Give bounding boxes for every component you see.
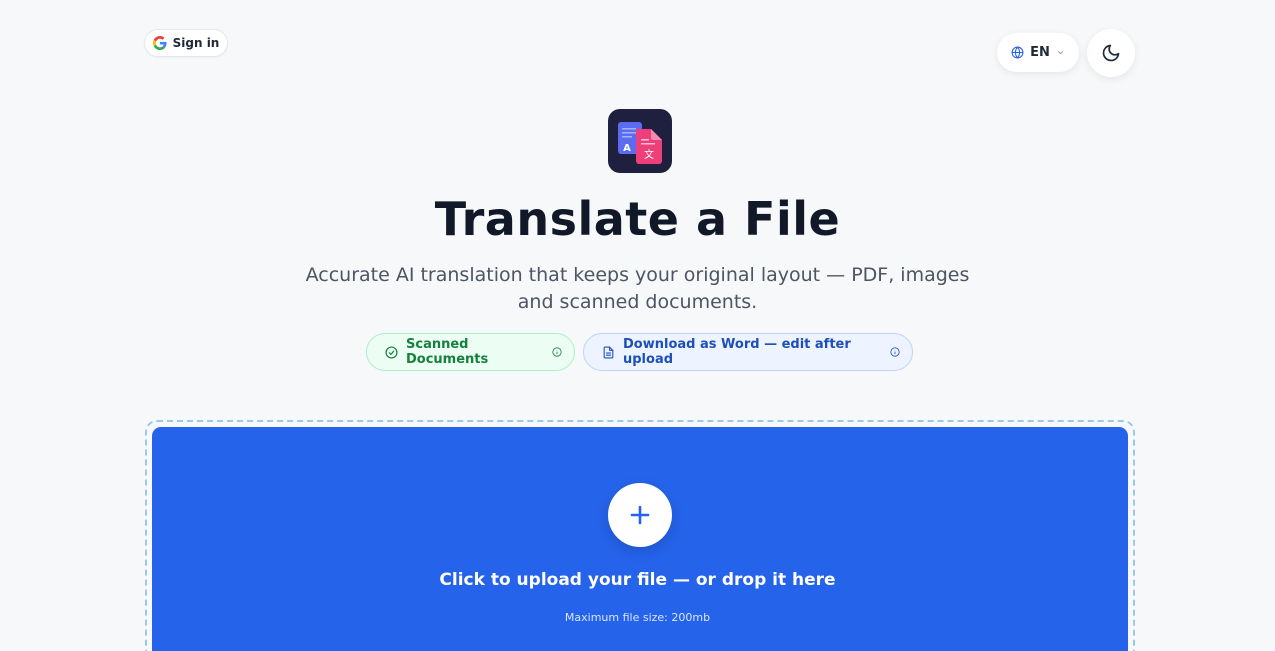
svg-text:文: 文 <box>644 148 654 161</box>
page-subtitle: Accurate AI translation that keeps your … <box>305 264 970 313</box>
scanned-documents-label: Scanned Documents <box>406 337 489 367</box>
sign-in-label: Sign in <box>172 36 220 50</box>
language-selector[interactable]: EN <box>997 33 1079 72</box>
info-icon[interactable] <box>552 347 562 357</box>
svg-text:A: A <box>623 143 631 154</box>
scanned-documents-badge[interactable]: Scanned Documents <box>366 333 575 371</box>
translate-file-icon: A 文 <box>618 122 662 164</box>
globe-icon <box>1011 46 1024 59</box>
moon-icon <box>1102 44 1120 62</box>
page: Sign in EN A 文 Translate a File Accurate… <box>0 0 1275 651</box>
max-file-size-note: Maximum file size: 200mb <box>564 611 711 624</box>
app-logo: A 文 <box>608 109 672 173</box>
download-word-label: Download as Word — edit after upload <box>623 337 851 367</box>
plus-icon <box>630 505 650 525</box>
download-word-badge[interactable]: Download as Word — edit after upload <box>583 333 913 371</box>
google-icon <box>152 36 167 50</box>
chevron-down-icon <box>1057 50 1064 55</box>
theme-toggle-button[interactable] <box>1087 29 1135 77</box>
check-circle-icon <box>385 345 398 359</box>
language-label: EN <box>1030 45 1050 60</box>
upload-instruction: Click to upload your file — or drop it h… <box>439 570 836 590</box>
page-title: Translate a File <box>434 192 841 246</box>
upload-button[interactable] <box>608 483 672 547</box>
info-icon[interactable] <box>890 347 900 357</box>
document-icon <box>603 346 614 358</box>
sign-in-button[interactable]: Sign in <box>144 29 228 57</box>
